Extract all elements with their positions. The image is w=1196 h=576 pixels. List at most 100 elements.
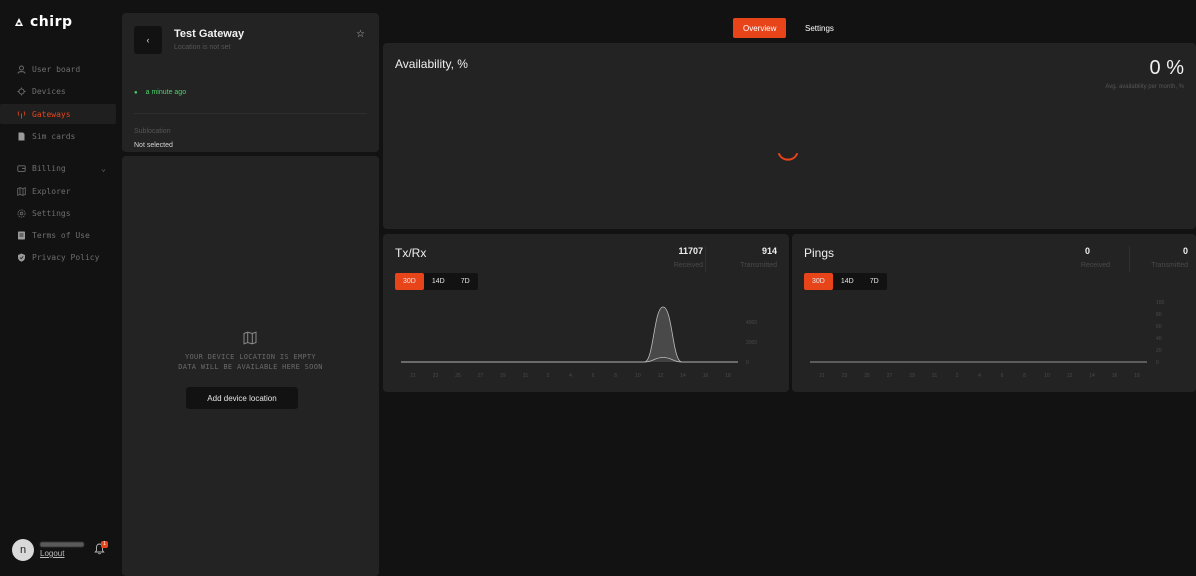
tab-settings[interactable]: Settings [795, 18, 844, 38]
series-area-transmitted [401, 357, 738, 362]
pings-received-value: 0 [1084, 246, 1090, 256]
txrx-chart: 4000 2000 0 21 23 25 27 29 31 2 4 6 8 10 12 14 16 18 [401, 306, 757, 379]
sidebar-item-privacy[interactable]: Privacy Policy [0, 247, 116, 267]
range-14d-button[interactable]: 14D [833, 273, 862, 290]
sim-icon [16, 131, 26, 141]
x-tick-label: 6 [592, 373, 595, 379]
range-30d-button[interactable]: 30D [395, 273, 424, 290]
x-tick-label: 10 [1044, 373, 1050, 379]
x-tick-label: 8 [614, 373, 617, 379]
divider [134, 113, 367, 114]
y-tick-label: 2000 [746, 340, 757, 346]
sidebar-item-label: Explorer [32, 186, 71, 196]
chevron-down-icon[interactable]: ⌄ [101, 164, 106, 173]
logout-link[interactable]: Logout [40, 549, 84, 558]
series-line-received [401, 306, 738, 363]
x-tick-label: 14 [680, 373, 686, 379]
status-dot-icon: ● [134, 89, 138, 96]
chevron-left-icon: ‹ [146, 35, 150, 45]
sublocation-label: Sublocation [134, 128, 171, 135]
gear-icon [16, 208, 26, 218]
txrx-received-label: Received [673, 262, 703, 269]
y-tick-label: 0 [1156, 360, 1159, 366]
add-device-location-button[interactable]: Add device location [186, 387, 298, 409]
sidebar: chirp User board Devices Gateways Sim ca… [0, 0, 120, 576]
x-tick-label: 12 [658, 373, 664, 379]
brand-logo[interactable]: chirp [14, 14, 73, 30]
sidebar-item-gateways[interactable]: Gateways [0, 104, 116, 124]
x-tick-label: 8 [1023, 373, 1026, 379]
x-tick-label: 16 [703, 373, 709, 379]
back-button[interactable]: ‹ [134, 26, 162, 54]
sidebar-item-label: Gateways [32, 109, 71, 119]
sidebar-item-user-board[interactable]: User board [0, 59, 116, 79]
x-tick-label: 31 [932, 373, 938, 379]
pings-transmitted-value: 0 [1182, 246, 1188, 256]
sidebar-item-label: Billing [32, 163, 66, 173]
x-tick-label: 25 [455, 373, 461, 379]
map-icon [16, 186, 26, 196]
shield-icon [16, 252, 26, 262]
sidebar-item-label: Settings [32, 208, 71, 218]
sidebar-item-label: User board [32, 64, 81, 74]
sidebar-item-explorer[interactable]: Explorer [0, 181, 116, 201]
availability-title: Availability, % [395, 57, 468, 71]
range-7d-button[interactable]: 7D [453, 273, 478, 290]
y-tick-label: 100 [1156, 300, 1165, 306]
x-tick-label: 25 [864, 373, 870, 379]
y-tick-label: 40 [1156, 336, 1162, 342]
sidebar-item-billing[interactable]: Billing ⌄ [0, 158, 116, 178]
range-14d-button[interactable]: 14D [424, 273, 453, 290]
txrx-received-value: 11707 [678, 246, 703, 256]
x-tick-label: 18 [725, 373, 731, 379]
antenna-icon [16, 109, 26, 119]
pings-title: Pings [804, 246, 835, 260]
series-area-received [401, 307, 738, 362]
x-tick-label: 6 [1001, 373, 1004, 379]
notification-badge: 1 [101, 541, 108, 548]
sidebar-item-devices[interactable]: Devices [0, 81, 116, 101]
pings-chart: 100 80 60 40 20 0 21 23 25 27 29 31 2 4 6 8 10 12 14 16 18 [810, 300, 1165, 379]
txrx-title: Tx/Rx [395, 246, 427, 260]
sidebar-item-sim-cards[interactable]: Sim cards [0, 126, 116, 146]
document-icon [16, 230, 26, 240]
sidebar-item-label: Terms of Use [32, 230, 90, 240]
range-7d-button[interactable]: 7D [862, 273, 887, 290]
star-icon[interactable]: ☆ [356, 29, 365, 40]
avatar[interactable]: n [12, 539, 34, 561]
x-tick-label: 16 [1112, 373, 1118, 379]
chirp-logo-icon [15, 18, 23, 26]
user-name-redacted [40, 542, 84, 547]
pings-transmitted-label: Transmitted [1151, 262, 1188, 269]
x-tick-label: 27 [478, 373, 484, 379]
availability-value: 0 % [1149, 57, 1184, 79]
tab-overview[interactable]: Overview [733, 18, 787, 38]
series-line-transmitted [401, 357, 738, 363]
x-tick-label: 27 [887, 373, 893, 379]
x-tick-label: 31 [523, 373, 529, 379]
brand-name: chirp [30, 14, 73, 30]
sidebar-item-settings[interactable]: Settings [0, 203, 116, 223]
txrx-card: Tx/Rx 11707 Received 914 Transmitted 30D… [383, 234, 789, 392]
x-tick-label: 10 [635, 373, 641, 379]
map-icon [243, 331, 257, 345]
x-tick-label: 23 [842, 373, 848, 379]
txrx-transmitted-value: 914 [761, 246, 777, 256]
chip-icon [16, 86, 26, 96]
status-indicator: ● a minute ago [134, 89, 186, 96]
y-tick-label: 20 [1156, 348, 1162, 354]
sidebar-item-terms[interactable]: Terms of Use [0, 225, 116, 245]
x-tick-label: 4 [978, 373, 981, 379]
x-tick-label: 29 [500, 373, 506, 379]
wallet-icon [16, 163, 26, 173]
x-tick-label: 2 [956, 373, 959, 379]
y-tick-label: 0 [746, 360, 749, 366]
user-profile: n Logout [12, 539, 84, 561]
x-tick-label: 21 [819, 373, 825, 379]
gateway-info-card: ‹ Test Gateway Location is not set ☆ ● a… [122, 13, 379, 152]
range-30d-button[interactable]: 30D [804, 273, 833, 290]
x-tick-label: 29 [909, 373, 915, 379]
x-tick-label: 21 [410, 373, 416, 379]
stat-divider [1129, 246, 1130, 272]
y-tick-label: 4000 [746, 320, 757, 326]
